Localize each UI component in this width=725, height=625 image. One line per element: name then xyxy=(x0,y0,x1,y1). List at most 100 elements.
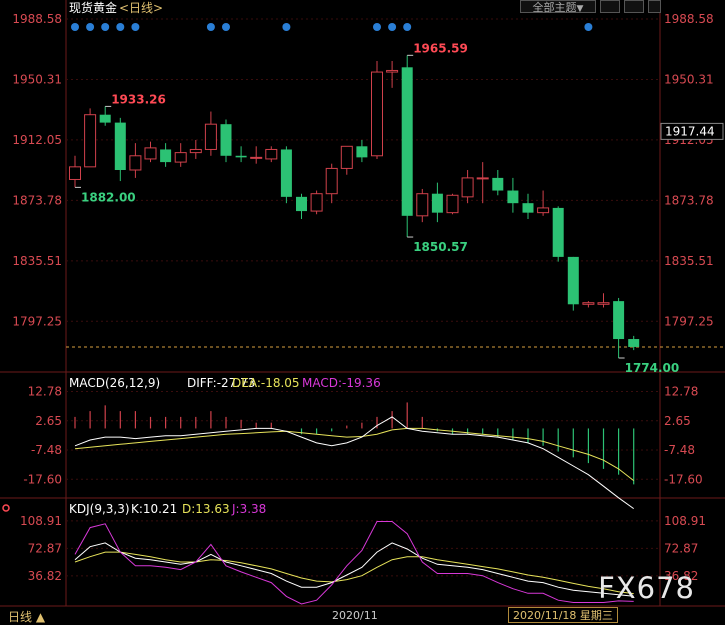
macd-ytick-right-0: 12.78 xyxy=(664,385,698,399)
candle-body-29 xyxy=(507,190,519,204)
window-button-1[interactable] xyxy=(600,0,620,13)
event-dot-4 xyxy=(131,23,140,31)
candle-body-5 xyxy=(144,147,157,160)
annotation-1: 1882.00 xyxy=(81,190,136,204)
event-dot-2 xyxy=(101,23,110,31)
kdj-k-label: K:10.21 xyxy=(131,502,177,516)
candle-body-35 xyxy=(597,302,610,305)
event-dot-9 xyxy=(388,23,397,31)
candle-body-25 xyxy=(446,194,459,214)
candle-body-24 xyxy=(431,193,443,213)
ytick-left-0: 1988.58 xyxy=(12,12,62,26)
candle-body-1 xyxy=(84,114,97,168)
candle-body-4 xyxy=(129,155,142,171)
ytick-left-2: 1912.05 xyxy=(12,133,62,147)
candle-body-3 xyxy=(114,122,126,171)
kdj-title: KDJ(9,3,3) xyxy=(69,502,130,516)
event-dot-3 xyxy=(116,23,125,31)
ytick-right-5: 1797.25 xyxy=(664,314,714,328)
kdj-ytick-right-0: 108.91 xyxy=(664,514,706,528)
candle-body-10 xyxy=(220,124,232,156)
candle-body-31 xyxy=(537,207,550,214)
candle-body-7 xyxy=(174,152,187,163)
candle-body-30 xyxy=(522,203,534,213)
candle-body-11 xyxy=(235,155,247,158)
candle-body-9 xyxy=(204,123,217,150)
macd-ytick-left-2: -7.48 xyxy=(31,443,62,457)
candle-body-20 xyxy=(371,71,383,157)
event-dot-8 xyxy=(373,23,381,31)
kdj-ytick-left-0: 108.91 xyxy=(20,514,62,528)
candle-body-13 xyxy=(265,148,278,160)
ytick-right-1: 1950.31 xyxy=(664,72,714,86)
candle-body-33 xyxy=(567,256,579,305)
annotation-2: 1965.59 xyxy=(413,41,468,55)
candle-body-34 xyxy=(582,302,595,305)
candle-body-32 xyxy=(552,207,564,257)
macd-ytick-right-1: 2.65 xyxy=(664,414,691,428)
window-button-2[interactable] xyxy=(624,0,644,13)
ytick-left-5: 1797.25 xyxy=(12,314,62,328)
chart-title: 现货黄金 xyxy=(69,0,117,15)
event-dot-11 xyxy=(584,23,593,31)
theme-dropdown-icon: ▼ xyxy=(576,4,584,14)
current-price-label: 1917.44 xyxy=(665,124,715,138)
stock-chart[interactable]: 现货黄金 <日线> 1988.58 1988.58 1950.31 1950.31 1912… xyxy=(0,0,725,624)
candle-body-37 xyxy=(628,339,640,347)
ytick-right-0: 1988.58 xyxy=(664,12,714,26)
x-axis-date: 2020/11 xyxy=(332,609,378,622)
candle-body-19 xyxy=(356,146,368,158)
watermark-logo: FX678 xyxy=(598,571,695,605)
candle-body-15 xyxy=(296,196,307,212)
theme-button-label: 全部主题 xyxy=(532,1,577,14)
ytick-right-3: 1873.78 xyxy=(664,193,714,207)
event-dot-1 xyxy=(86,23,95,31)
candle-body-18 xyxy=(340,145,353,169)
macd-title: MACD(26,12,9) xyxy=(69,376,160,390)
candle-body-12 xyxy=(250,156,263,159)
event-dot-7 xyxy=(282,23,291,31)
annotation-3: 1850.57 xyxy=(413,240,468,254)
annotation-4: 1774.00 xyxy=(625,361,680,375)
ytick-left-1: 1950.31 xyxy=(12,72,62,86)
event-dot-0 xyxy=(71,23,79,31)
candle-body-17 xyxy=(325,167,338,195)
candle-body-22 xyxy=(401,67,413,216)
window-button-3[interactable] xyxy=(648,0,661,13)
event-dot-10 xyxy=(403,23,412,31)
candle-body-23 xyxy=(416,193,429,217)
kdj-ytick-left-2: 36.82 xyxy=(28,569,62,583)
macd-ytick-left-3: -17.60 xyxy=(23,472,62,486)
candle-body-16 xyxy=(310,193,323,212)
period-selector[interactable]: 日线 ▲ xyxy=(8,608,45,625)
event-dot-5 xyxy=(206,23,215,31)
kdj-j-label: J:3.38 xyxy=(231,502,266,516)
ytick-right-4: 1835.51 xyxy=(664,254,714,268)
event-dot-6 xyxy=(222,23,230,31)
kdj-ytick-right-1: 72.87 xyxy=(664,541,698,555)
current-date-tag: 2020/11/18 星期三 xyxy=(508,607,618,623)
theme-button[interactable]: 全部主题▼ xyxy=(520,0,596,14)
macd-ytick-left-1: 2.65 xyxy=(35,414,62,428)
ytick-left-3: 1873.78 xyxy=(12,193,62,207)
candle-body-8 xyxy=(189,148,202,154)
candle-body-21 xyxy=(386,69,399,73)
macd-ytick-right-3: -17.60 xyxy=(664,472,703,486)
kdj-ytick-left-1: 72.87 xyxy=(28,541,62,555)
annotation-0: 1933.26 xyxy=(111,92,166,106)
candle-body-26 xyxy=(461,177,474,198)
period-tag: <日线> xyxy=(119,1,163,15)
macd-dea-label: DEA:-18.05 xyxy=(232,376,300,390)
macd-macd-label: MACD:-19.36 xyxy=(302,376,381,390)
candle-body-2 xyxy=(99,114,111,123)
macd-ytick-right-2: -7.48 xyxy=(664,443,695,457)
candle-body-28 xyxy=(492,177,504,191)
candle-body-36 xyxy=(613,301,625,340)
macd-ytick-left-0: 12.78 xyxy=(28,385,62,399)
candle-body-0 xyxy=(69,166,81,180)
candle-body-14 xyxy=(280,149,292,197)
kdj-d-label: D:13.63 xyxy=(182,502,230,516)
ytick-left-4: 1835.51 xyxy=(12,254,62,268)
candle-body-27 xyxy=(476,177,489,180)
candle-body-6 xyxy=(160,149,172,163)
